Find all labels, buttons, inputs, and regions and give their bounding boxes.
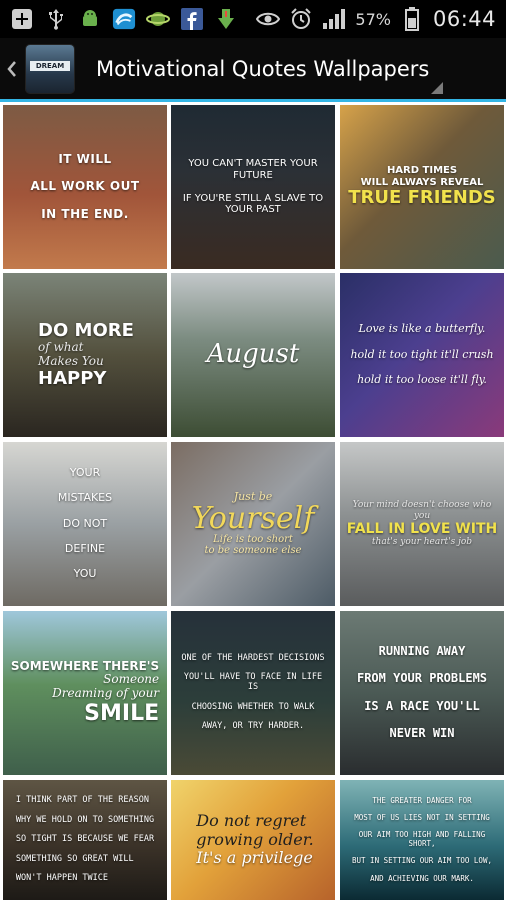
tile-text: It's a privilege [196, 848, 313, 868]
battery-icon [400, 7, 424, 31]
tile-text: Dreaming of your [52, 686, 160, 701]
tile-text: AWAY, OR TRY HARDER. [201, 721, 305, 732]
tile-text: AND ACHIEVING OUR MARK. [370, 873, 474, 883]
battery-percent: 57% [355, 9, 391, 29]
tile-text: FROM YOUR PROBLEMS [356, 671, 488, 686]
tile-text: ALL WORK OUT [30, 179, 140, 194]
facebook-icon [180, 7, 204, 31]
tile-text: Yourself [191, 500, 315, 536]
app-icon[interactable]: DREAM [26, 45, 74, 93]
wallpaper-tile[interactable]: I THINK PART OF THE REASON WHY WE HOLD O… [3, 780, 167, 900]
wallpaper-tile[interactable]: Your mind doesn't choose who you FALL IN… [340, 442, 504, 606]
wallpaper-tile[interactable]: Do not regret growing older. It's a priv… [171, 780, 335, 900]
back-chevron-icon[interactable] [2, 38, 22, 100]
page-title[interactable]: Motivational Quotes Wallpapers [96, 57, 429, 81]
tile-text: hold it too loose it'll fly. [357, 372, 487, 386]
tile-text: IN THE END. [41, 206, 129, 221]
alarm-icon [289, 7, 313, 31]
wallpaper-tile[interactable]: RUNNING AWAY FROM YOUR PROBLEMS IS A RAC… [340, 611, 504, 775]
app-notification-icon [112, 7, 136, 31]
signal-icon [322, 7, 346, 31]
tile-text: WHY WE HOLD ON TO SOMETHING [15, 814, 155, 825]
tile-text: RUNNING AWAY [378, 643, 466, 658]
tile-text: growing older. [196, 829, 314, 849]
tile-text: Makes You [38, 354, 104, 368]
tile-text: I THINK PART OF THE REASON [15, 795, 149, 806]
tile-text: MISTAKES [57, 491, 113, 505]
wallpaper-tile[interactable]: August [171, 273, 335, 437]
tile-text: MOST OF US LIES NOT IN SETTING [354, 813, 490, 823]
tile-text: NEVER WIN [389, 726, 455, 741]
tile-text: FALL IN LOVE WITH [346, 521, 498, 538]
wallpaper-tile[interactable]: THE GREATER DANGER FOR MOST OF US LIES N… [340, 780, 504, 900]
wallpaper-tile[interactable]: SOMEWHERE THERE'S Someone Dreaming of yo… [3, 611, 167, 775]
tile-text: SMILE [84, 701, 160, 727]
tile-text: hold it too tight it'll crush [350, 347, 494, 361]
wallpaper-grid: IT WILL ALL WORK OUT IN THE END. YOU CAN… [0, 102, 506, 900]
tile-text: CHOOSING WHETHER TO WALK [191, 701, 315, 712]
tile-text: ONE OF THE HARDEST DECISIONS [181, 652, 325, 663]
wallpaper-tile[interactable]: YOUR MISTAKES DO NOT DEFINE YOU [3, 442, 167, 606]
status-time: 06:44 [432, 7, 496, 31]
tile-text: IF YOU'RE STILL A SLAVE TO YOUR PAST [182, 192, 324, 216]
usb-icon [44, 7, 68, 31]
tile-text: SO TIGHT IS BECAUSE WE FEAR [15, 834, 155, 845]
tile-text: Life is too short [213, 533, 293, 545]
tile-text: YOU CAN'T MASTER YOUR FUTURE [188, 158, 318, 181]
tile-text: of what [38, 340, 84, 355]
action-bar: DREAM Motivational Quotes Wallpapers [0, 38, 506, 100]
wallpaper-tile[interactable]: YOU CAN'T MASTER YOUR FUTURE IF YOU'RE S… [171, 105, 335, 269]
tile-text: OUR AIM TOO HIGH AND FALLING SHORT, [358, 830, 486, 848]
wallpaper-tile[interactable]: DO MORE of what Makes You HAPPY [3, 273, 167, 437]
wallpaper-tile[interactable]: Just be Yourself Life is too short to be… [171, 442, 335, 606]
add-notification-icon [10, 7, 34, 31]
tile-text: IS A RACE YOU'LL [364, 698, 480, 713]
tile-text: DO NOT [62, 516, 108, 530]
tile-text: that's your heart's job [371, 537, 473, 548]
tile-text: HARD TIMES [386, 165, 458, 177]
tile-text: HAPPY [38, 367, 107, 389]
tile-text: WON'T HAPPEN TWICE [15, 873, 109, 884]
tile-text: YOU'LL HAVE TO FACE IN LIFE IS [183, 672, 323, 693]
eye-icon [256, 7, 281, 31]
tile-text: Love is like a butterfly. [358, 322, 486, 336]
wallpaper-tile[interactable]: ONE OF THE HARDEST DECISIONS YOU'LL HAVE… [171, 611, 335, 775]
wallpaper-tile[interactable]: IT WILL ALL WORK OUT IN THE END. [3, 105, 167, 269]
download-icon [214, 7, 238, 31]
wallpaper-tile[interactable]: HARD TIMES WILL ALWAYS REVEAL TRUE FRIEN… [340, 105, 504, 269]
tile-text: BUT IN SETTING OUR AIM TOO LOW, [352, 856, 492, 866]
tile-text: to be someone else [204, 545, 302, 557]
tile-text: Do not regret [196, 811, 307, 831]
tile-text: THE GREATER DANGER FOR [372, 795, 472, 805]
tile-text: Your mind doesn't choose who you [352, 500, 492, 521]
tile-text: YOUR [69, 466, 101, 480]
tile-highlight-text: TRUE FRIENDS [348, 187, 496, 209]
status-bar: 57% 06:44 [0, 0, 506, 38]
planet-icon [146, 7, 170, 31]
tile-text: DO MORE [38, 319, 134, 341]
tile-text: DEFINE [64, 541, 106, 555]
app-icon-label: DREAM [30, 61, 70, 71]
tile-text: IT WILL [58, 151, 112, 166]
dropdown-indicator-icon[interactable] [431, 82, 443, 94]
wallpaper-tile[interactable]: Love is like a butterfly. hold it too ti… [340, 273, 504, 437]
tile-text: YOU [73, 567, 97, 581]
tile-text: SOMETHING SO GREAT WILL [15, 853, 134, 864]
android-debug-icon [78, 7, 102, 31]
